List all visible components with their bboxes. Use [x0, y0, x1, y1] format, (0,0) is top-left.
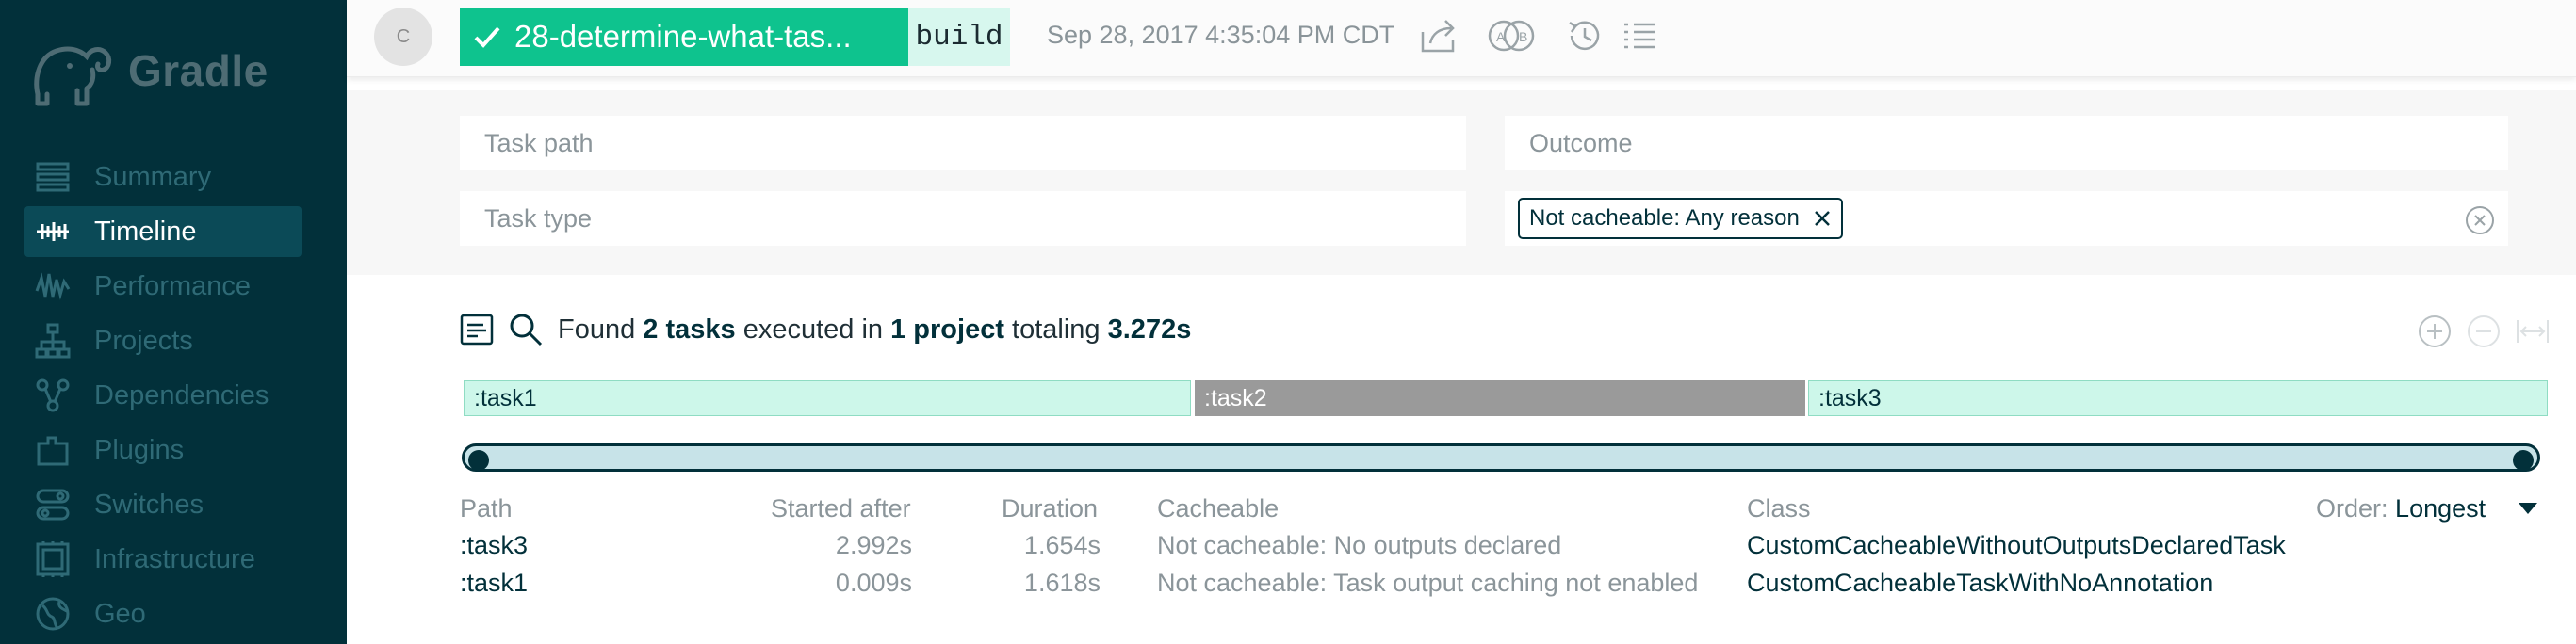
range-end-handle[interactable]	[2513, 450, 2534, 471]
sidebar-item-label: Summary	[94, 161, 212, 192]
timeline-bar-task3[interactable]: :task3	[1808, 380, 2548, 416]
zoom-in-icon[interactable]	[2416, 313, 2454, 350]
compare-icon[interactable]: AB	[1485, 13, 1538, 58]
gradle-logo[interactable]: Gradle	[24, 28, 269, 113]
build-timestamp: Sep 28, 2017 4:35:04 PM CDT	[1047, 21, 1395, 49]
svg-text:A: A	[1496, 29, 1506, 44]
task-path-input[interactable]: Task path	[460, 116, 1466, 170]
projects-icon	[34, 322, 72, 360]
view-toggle	[459, 312, 544, 347]
sidebar: Gradle Summary Timeline Performance Proj…	[0, 0, 347, 644]
task-class[interactable]: CustomCacheableWithoutOutputsDeclaredTas…	[1747, 531, 2286, 560]
filter-panel: Task path Outcome Task type Not cacheabl…	[347, 90, 2576, 275]
sidebar-item-projects[interactable]: Projects	[24, 315, 302, 366]
column-header-class[interactable]: Class	[1747, 494, 1811, 523]
range-start-handle[interactable]	[468, 450, 489, 471]
sidebar-item-label: Performance	[94, 270, 252, 301]
summary-total-time: 3.272s	[1107, 314, 1192, 345]
logo-text: Gradle	[128, 46, 269, 95]
scan-header: C 28-determine-what-tas... build Sep 28,…	[347, 0, 2576, 77]
duration: 1.654s	[1023, 531, 1101, 559]
switches-icon	[34, 486, 72, 523]
branch-name: 28-determine-what-tas...	[514, 19, 852, 54]
cacheable-filter-field[interactable]: Not cacheable: Any reason	[1505, 191, 2508, 246]
timeline-range-slider[interactable]	[462, 443, 2540, 472]
sidebar-item-summary[interactable]: Summary	[24, 152, 302, 202]
order-value: Longest	[2395, 494, 2486, 523]
task-class[interactable]: CustomCacheableTaskWithNoAnnotation	[1747, 569, 2213, 598]
column-header-cacheable[interactable]: Cacheable	[1157, 494, 1279, 523]
sidebar-item-dependencies[interactable]: Dependencies	[24, 370, 302, 421]
infrastructure-icon	[34, 540, 72, 578]
zoom-out-icon[interactable]	[2465, 313, 2503, 350]
sidebar-item-timeline[interactable]: Timeline	[24, 206, 302, 257]
dependencies-icon	[34, 377, 72, 414]
sidebar-item-label: Projects	[94, 325, 193, 356]
share-icon[interactable]	[1417, 13, 1462, 58]
sidebar-item-label: Dependencies	[94, 379, 269, 411]
sidebar-item-label: Infrastructure	[94, 543, 255, 574]
order-label: Order:	[2316, 494, 2389, 523]
summary-project-count: 1 project	[890, 314, 1004, 345]
checkmark-icon	[474, 26, 500, 48]
chip-label: Not cacheable: Any reason	[1529, 205, 1800, 231]
cacheable-reason: Not cacheable: No outputs declared	[1157, 531, 1562, 559]
order-selector[interactable]: Order: Longest	[2316, 494, 2486, 523]
sidebar-item-label: Plugins	[94, 434, 185, 465]
cacheable-reason: Not cacheable: Task output caching not e…	[1157, 569, 1699, 597]
timeline-bar-task1[interactable]: :task1	[464, 380, 1191, 416]
search-icon[interactable]	[508, 312, 544, 347]
details-icon[interactable]	[459, 312, 495, 347]
cacheable-filter-chip[interactable]: Not cacheable: Any reason	[1518, 198, 1843, 239]
sidebar-item-geo[interactable]: Geo	[24, 588, 302, 639]
summary-task-count: 2 tasks	[643, 314, 736, 345]
task-type-input[interactable]: Task type	[460, 191, 1466, 246]
summary-totaling: totaling	[1012, 314, 1101, 345]
clear-filter-icon[interactable]	[2465, 205, 2495, 235]
started-after: 2.992s	[835, 531, 912, 559]
summary-found: Found	[558, 314, 636, 345]
list-icon[interactable]	[1617, 13, 1662, 58]
task-summary: Found 2 tasks executed in 1 project tota…	[558, 314, 1191, 346]
task-path[interactable]: :task3	[460, 531, 528, 560]
avatar[interactable]: C	[374, 8, 432, 66]
timeline-bar-task2[interactable]: :task2	[1195, 380, 1805, 416]
plugins-icon	[34, 431, 72, 469]
performance-icon	[34, 267, 72, 305]
history-icon[interactable]	[1562, 13, 1607, 58]
build-status-badge[interactable]: 28-determine-what-tas...	[460, 8, 908, 66]
requested-task: build	[908, 8, 1010, 66]
sidebar-item-plugins[interactable]: Plugins	[24, 425, 302, 475]
sidebar-nav: Summary Timeline Performance Projects De…	[24, 152, 302, 643]
summary-icon	[34, 158, 72, 196]
sidebar-item-label: Geo	[94, 598, 146, 629]
summary-executed-in: executed in	[742, 314, 884, 345]
elephant-icon	[34, 46, 112, 106]
started-after: 0.009s	[835, 569, 912, 597]
chevron-down-icon[interactable]	[2518, 501, 2538, 516]
svg-text:B: B	[1519, 29, 1527, 44]
column-header-started[interactable]: Started after	[771, 494, 911, 523]
sidebar-item-infrastructure[interactable]: Infrastructure	[24, 534, 302, 585]
sidebar-item-label: Timeline	[94, 216, 197, 247]
sidebar-item-label: Switches	[94, 489, 204, 520]
fit-width-icon[interactable]	[2514, 313, 2552, 350]
timeline-icon	[34, 213, 72, 250]
column-header-duration[interactable]: Duration	[1002, 494, 1098, 523]
geo-icon	[34, 595, 72, 633]
remove-chip-icon[interactable]	[1813, 209, 1832, 228]
column-header-path[interactable]: Path	[460, 494, 513, 523]
task-path[interactable]: :task1	[460, 569, 528, 598]
sidebar-item-switches[interactable]: Switches	[24, 479, 302, 530]
duration: 1.618s	[1023, 569, 1101, 597]
sidebar-item-performance[interactable]: Performance	[24, 261, 302, 312]
outcome-select[interactable]: Outcome	[1505, 116, 2508, 170]
